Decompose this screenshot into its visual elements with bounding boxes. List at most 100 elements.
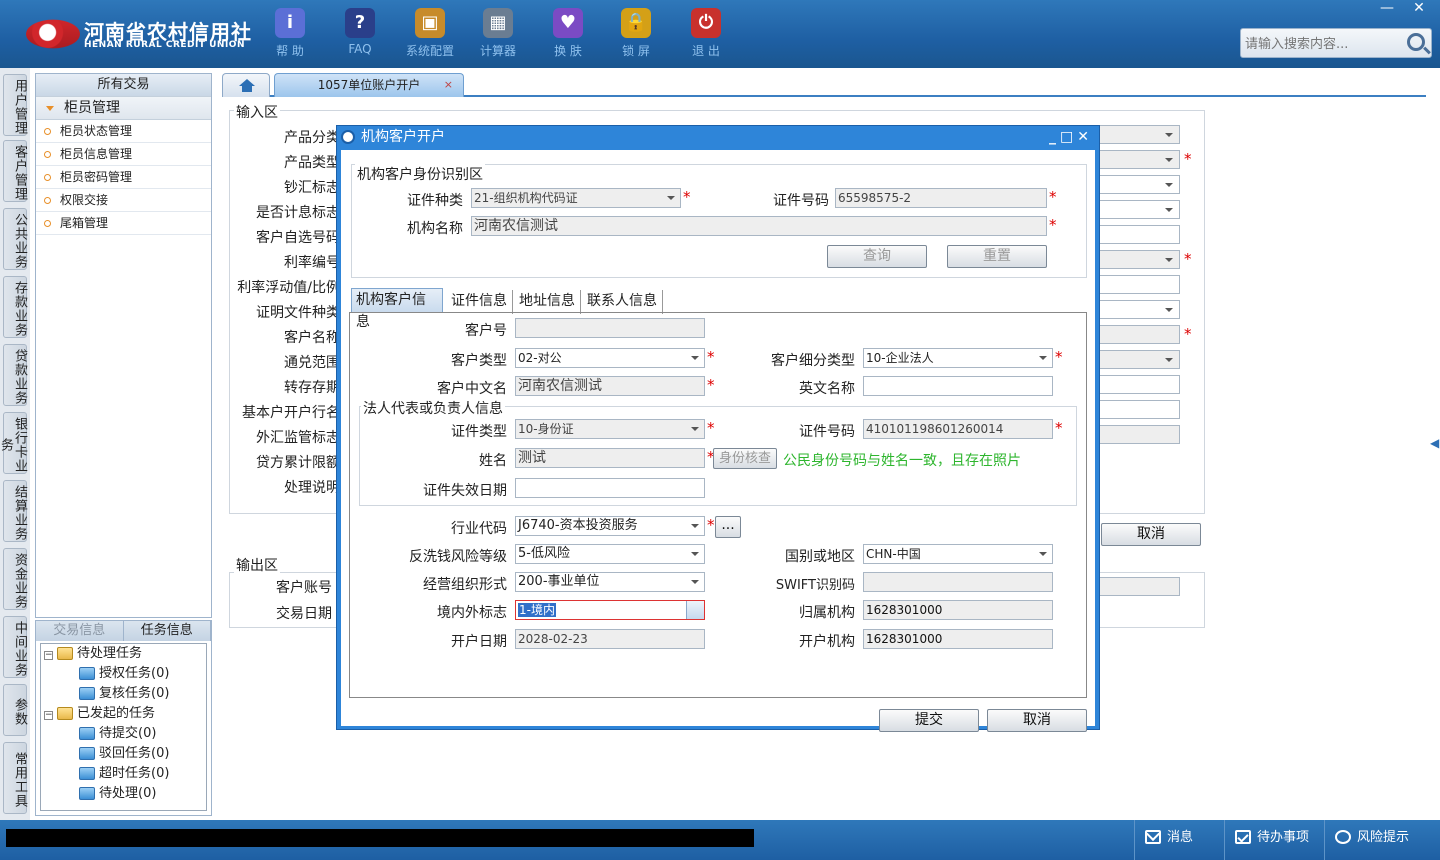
left-nav-tab[interactable]: 参数 (3, 684, 27, 736)
dropdown-arrow-icon[interactable] (686, 601, 704, 619)
submit-button[interactable]: 提交 (879, 709, 979, 732)
collapse-arrow-icon[interactable]: ◀ (1430, 436, 1439, 450)
risk-alert-button[interactable]: 风险提示 (1324, 820, 1434, 860)
english-name-input[interactable] (863, 376, 1053, 396)
legal-cert-no-input[interactable]: 410101198601260014 (863, 419, 1053, 439)
left-nav-tab[interactable]: 存款业务 (3, 276, 27, 338)
domestic-flag-select[interactable]: 1-境内 (515, 600, 705, 620)
bg-field[interactable] (1098, 150, 1180, 169)
id-section-title: 机构客户身份识别区 (355, 164, 485, 184)
info-icon: i (275, 8, 305, 38)
chinese-name-input[interactable]: 河南农信测试 (515, 376, 705, 396)
tab-address-info[interactable]: 地址信息 (515, 290, 581, 314)
home-tab-icon[interactable] (222, 73, 270, 97)
menu-header[interactable]: 所有交易 (36, 74, 211, 96)
menu-item[interactable]: 柜员状态管理 (36, 120, 211, 143)
bg-field[interactable] (1098, 375, 1180, 394)
menu-item[interactable]: 柜员信息管理 (36, 143, 211, 166)
cert-type-select[interactable]: 21-组织机构代码证 (471, 188, 681, 208)
tab-unit-account-open[interactable]: 1057单位账户开户 × (274, 73, 464, 97)
industry-lookup-button[interactable]: ... (715, 516, 741, 538)
menu-item[interactable]: 柜员密码管理 (36, 166, 211, 189)
left-nav-tab[interactable]: 常用工具 (3, 742, 27, 814)
minimize-button[interactable]: — (1374, 0, 1400, 16)
dialog-controls[interactable]: _□✕ (1049, 126, 1093, 148)
left-vertical-nav: 用户管理客户管理公共业务存款业务贷款业务银行卡业务结算业务资金业务中间业务参数常… (0, 68, 30, 820)
query-button[interactable]: 查询 (827, 245, 927, 268)
tree-node-timeout[interactable]: 超时任务(0) (79, 764, 169, 784)
bg-cancel-button[interactable]: 取消 (1101, 523, 1201, 546)
left-nav-tab[interactable]: 客户管理 (3, 140, 27, 202)
left-nav-tab[interactable]: 中间业务 (3, 616, 27, 678)
tab-cert-info[interactable]: 证件信息 (447, 290, 513, 314)
logo-mark-icon (26, 19, 80, 49)
bg-field[interactable] (1098, 350, 1180, 369)
search-icon[interactable] (1407, 33, 1425, 51)
menu-group-teller[interactable]: 柜员管理 (36, 96, 211, 120)
left-nav-tab[interactable]: 资金业务 (3, 548, 27, 610)
tree-node-initiated[interactable]: 已发起的任务 (57, 704, 155, 724)
left-nav-tab[interactable]: 结算业务 (3, 480, 27, 542)
tree-node-auth[interactable]: 授权任务(0) (79, 664, 169, 684)
label: 证件类型 (451, 424, 507, 440)
customer-subtype-select[interactable]: 10-企业法人 (863, 348, 1053, 368)
org-form-select[interactable]: 200-事业单位 (515, 572, 705, 592)
tab-strip: 1057单位账户开户 × (222, 73, 1426, 97)
bg-field[interactable] (1098, 125, 1180, 144)
search-input[interactable] (1245, 34, 1405, 54)
label: 证件号码 (799, 424, 855, 440)
menu-item[interactable]: 权限交接 (36, 189, 211, 212)
toolbar-button-question[interactable]: ? FAQ (328, 8, 392, 56)
tree-node-rejected[interactable]: 驳回任务(0) (79, 744, 169, 764)
toolbar-button-power[interactable]: ⏻ 退 出 (674, 8, 738, 59)
bg-field[interactable] (1098, 400, 1180, 419)
cert-no-input[interactable]: 65598575-2 (835, 188, 1047, 208)
tree-node-todo[interactable]: 待处理(0) (79, 784, 156, 804)
toolbar-button-info[interactable]: i 帮 助 (258, 8, 322, 59)
left-nav-tab[interactable]: 公共业务 (3, 208, 27, 270)
menu-item[interactable]: 尾箱管理 (36, 212, 211, 235)
tree-node-review[interactable]: 复核任务(0) (79, 684, 169, 704)
toolbar-button-toolbox[interactable]: ▣ 系统配置 (398, 8, 462, 59)
toolbar-button-calculator[interactable]: ▦ 计算器 (466, 8, 530, 59)
tab-contact-info[interactable]: 联系人信息 (583, 290, 663, 314)
toolbar-button-lock[interactable]: 🔒 锁 屏 (604, 8, 668, 59)
bg-field[interactable] (1098, 275, 1180, 294)
bg-field[interactable] (1098, 300, 1180, 319)
tab-transaction-info[interactable]: 交易信息 (36, 621, 124, 641)
industry-code-select[interactable]: J6740-资本投资服务 (515, 516, 705, 536)
identity-verify-button[interactable]: 身份核查 (713, 448, 777, 469)
legal-name-input[interactable]: 测试 (515, 448, 705, 468)
toolbar-button-shirt[interactable]: ♥ 换 肤 (536, 8, 600, 59)
verify-result-text: 公民身份号码与姓名一致，且存在照片 (783, 453, 1021, 469)
reset-button[interactable]: 重置 (947, 245, 1047, 268)
tree-node-submit[interactable]: 待提交(0) (79, 724, 156, 744)
left-nav-tab[interactable]: 用户管理 (3, 74, 27, 136)
dialog-title-bar[interactable]: 机构客户开户 _□✕ (337, 126, 1099, 148)
required-mark: * (683, 188, 691, 206)
legal-cert-type-select[interactable]: 10-身份证 (515, 419, 705, 439)
left-nav-tab[interactable]: 银行卡业务 (0, 412, 27, 474)
tree-label: 复核任务(0) (99, 686, 170, 701)
bg-field[interactable] (1098, 250, 1180, 269)
bg-field[interactable] (1098, 200, 1180, 219)
tree-node-pending[interactable]: 待处理任务 (57, 644, 142, 664)
tab-org-customer-info[interactable]: 机构客户信息 (351, 288, 443, 330)
aml-risk-select[interactable]: 5-低风险 (515, 544, 705, 564)
shirt-icon: ♥ (553, 8, 583, 38)
collapse-icon[interactable]: − (44, 651, 53, 660)
org-name-input[interactable]: 河南农信测试 (471, 216, 1047, 236)
country-select[interactable]: CHN-中国 (863, 544, 1053, 564)
left-nav-tab[interactable]: 贷款业务 (3, 344, 27, 406)
bg-field[interactable] (1098, 175, 1180, 194)
bg-field[interactable] (1098, 225, 1180, 244)
tab-task-info[interactable]: 任务信息 (123, 621, 211, 641)
collapse-icon[interactable]: − (44, 711, 53, 720)
cert-expire-input[interactable] (515, 478, 705, 498)
messages-button[interactable]: 消息 (1134, 820, 1224, 860)
close-tab-icon[interactable]: × (444, 74, 453, 96)
dialog-cancel-button[interactable]: 取消 (987, 709, 1087, 732)
customer-type-select[interactable]: 02-对公 (515, 348, 705, 368)
close-window-button[interactable]: ✕ (1406, 0, 1432, 16)
todo-button[interactable]: 待办事项 (1224, 820, 1324, 860)
